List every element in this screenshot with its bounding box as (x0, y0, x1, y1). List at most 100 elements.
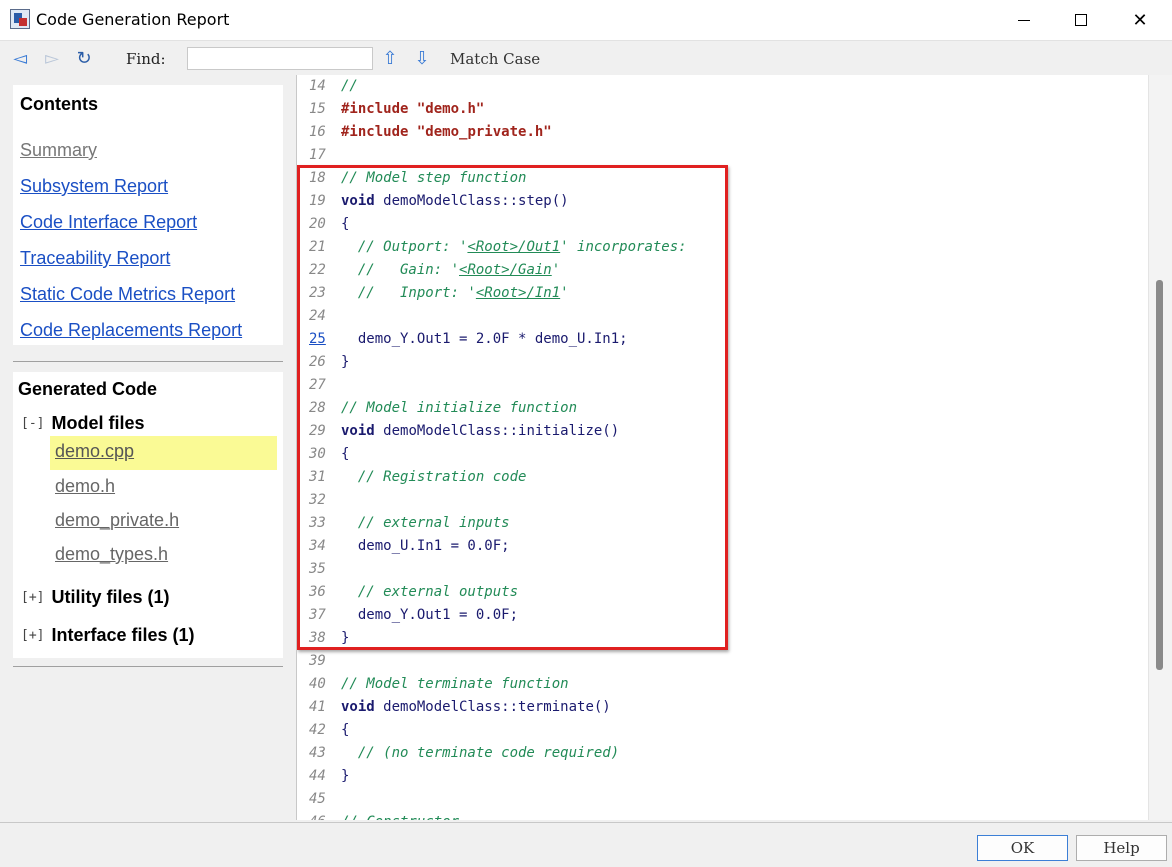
ok-button[interactable]: OK (977, 835, 1068, 861)
code-text: { (341, 216, 350, 232)
line-number: 20 (309, 216, 326, 232)
scrollbar-thumb[interactable] (1156, 280, 1163, 670)
code-text: // Registration code (357, 469, 527, 485)
find-label: Find: (126, 50, 166, 68)
nav-link-static-code-metrics-report[interactable]: Static Code Metrics Report (20, 284, 235, 305)
line-number: 35 (309, 561, 326, 577)
code-text: } (341, 768, 350, 784)
code-text: #include "demo_private.h" (341, 124, 552, 140)
sidebar-divider (13, 361, 283, 362)
code-viewer[interactable]: 14 // 15 #include "demo.h" 16 #include "demo_… (296, 75, 1148, 820)
line-number: 23 (309, 285, 326, 301)
code-text: // (no terminate code required) (357, 745, 620, 761)
expand-toggle[interactable]: [+] (21, 590, 44, 605)
line-number: 43 (309, 745, 326, 761)
code-text: #include "demo.h" (341, 101, 485, 117)
line-number: 38 (309, 630, 326, 646)
contents-heading: Contents (20, 94, 98, 114)
line-number: 36 (309, 584, 326, 600)
selected-file-highlight: demo.cpp (50, 436, 277, 470)
code-text: // Model initialize function (341, 400, 578, 416)
contents-panel: Contents Summary Subsystem Report Code I… (13, 85, 283, 345)
sidebar-divider (13, 666, 283, 667)
code-text: // Model terminate function (341, 676, 569, 692)
line-number: 45 (309, 791, 326, 807)
match-case-option[interactable]: Match Case (450, 50, 540, 68)
tree-group-interface-files: [+] Interface files (1) (21, 625, 195, 646)
nav-link-traceability-report[interactable]: Traceability Report (20, 248, 170, 269)
generated-code-panel: Generated Code [-] Model files demo.cpp … (13, 372, 283, 658)
group-label: Interface files (1) (51, 625, 195, 645)
line-number: 27 (309, 377, 326, 393)
line-number: 26 (309, 354, 326, 370)
line-number: 17 (309, 147, 326, 163)
generated-code-heading: Generated Code (18, 379, 158, 399)
nav-link-summary[interactable]: Summary (20, 140, 97, 161)
find-next-icon[interactable]: ⇩ (411, 47, 433, 69)
minimize-icon (1018, 19, 1030, 21)
back-arrow-icon[interactable]: ◅ (9, 47, 31, 69)
forward-arrow-icon[interactable]: ▻ (41, 47, 63, 69)
code-text: demo_Y.Out1 = 2.0F * demo_U.In1; (357, 331, 628, 347)
line-number: 39 (309, 653, 326, 669)
find-previous-icon[interactable]: ⇧ (379, 47, 401, 69)
line-number: 37 (309, 607, 326, 623)
code-text: // external inputs (357, 515, 510, 531)
block-link[interactable]: <Root>/Out1 (467, 239, 560, 255)
sidebar: Contents Summary Subsystem Report Code I… (0, 75, 296, 822)
line-number: 18 (309, 170, 326, 186)
line-number: 14 (309, 78, 326, 94)
line-number: 31 (309, 469, 326, 485)
code-text: } (341, 630, 350, 646)
line-number: 16 (309, 124, 326, 140)
file-link-demo-types-h[interactable]: demo_types.h (55, 544, 168, 565)
code-text: // external outputs (357, 584, 519, 600)
tree-group-utility-files: [+] Utility files (1) (21, 587, 170, 608)
nav-link-code-interface-report[interactable]: Code Interface Report (20, 212, 197, 233)
maximize-button[interactable] (1053, 0, 1109, 40)
line-number: 24 (309, 308, 326, 324)
code-text: // Constructor (341, 811, 459, 820)
dialog-button-bar: OK Help (0, 822, 1172, 867)
line-number: 22 (309, 262, 326, 278)
code-text: // (341, 78, 358, 94)
tree-group-model-files: [-] Model files (21, 413, 145, 434)
group-label: Utility files (1) (51, 587, 170, 607)
code-text: // Model step function (341, 170, 527, 186)
file-link-demo-h[interactable]: demo.h (55, 476, 115, 497)
nav-link-code-replacements-report[interactable]: Code Replacements Report (20, 320, 242, 341)
line-number[interactable]: 25 (309, 328, 329, 351)
maximize-icon (1075, 14, 1087, 26)
line-number: 41 (309, 699, 326, 715)
vertical-scrollbar[interactable] (1148, 75, 1172, 820)
refresh-icon[interactable]: ↻ (73, 47, 95, 69)
code-text: void demoModelClass::terminate() (341, 699, 611, 715)
line-number: 33 (309, 515, 326, 531)
line-number: 42 (309, 722, 326, 738)
minimize-button[interactable] (996, 0, 1052, 40)
code-text: // Inport: '<Root>/In1' (357, 285, 569, 301)
line-number: 15 (309, 101, 326, 117)
line-number: 30 (309, 446, 326, 462)
file-link-demo-private-h[interactable]: demo_private.h (55, 510, 179, 531)
nav-link-subsystem-report[interactable]: Subsystem Report (20, 176, 168, 197)
file-link-demo-cpp[interactable]: demo.cpp (55, 441, 134, 462)
code-text: demo_Y.Out1 = 0.0F; (357, 607, 519, 623)
block-link[interactable]: <Root>/Gain (459, 262, 552, 278)
close-button[interactable]: ✕ (1112, 0, 1168, 40)
group-label: Model files (51, 413, 145, 433)
collapse-toggle[interactable]: [-] (21, 416, 44, 431)
help-button[interactable]: Help (1076, 835, 1167, 861)
code-text: // Gain: '<Root>/Gain' (357, 262, 561, 278)
title-bar: Code Generation Report ✕ (0, 0, 1172, 40)
close-icon: ✕ (1132, 9, 1148, 31)
code-text: void demoModelClass::initialize() (341, 423, 620, 439)
expand-toggle[interactable]: [+] (21, 628, 44, 643)
line-number: 40 (309, 676, 326, 692)
code-text: { (341, 446, 350, 462)
code-text: } (341, 354, 350, 370)
block-link[interactable]: <Root>/In1 (476, 285, 560, 301)
find-input[interactable] (187, 47, 373, 70)
line-number: 21 (309, 239, 326, 255)
line-number: 32 (309, 492, 326, 508)
